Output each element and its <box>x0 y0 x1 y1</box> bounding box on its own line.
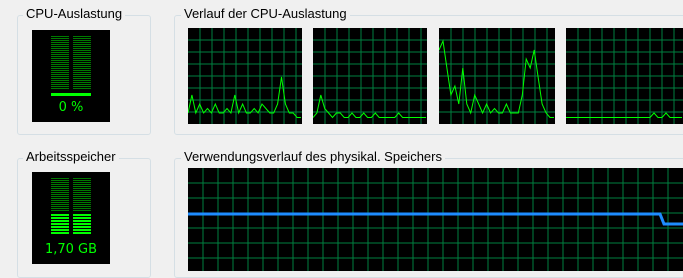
memory-meter-segment <box>73 229 91 231</box>
memory-meter-segment <box>51 232 69 234</box>
cpu-meter-level-bar <box>51 93 91 96</box>
memory-meter-segment <box>73 226 91 228</box>
cpu-usage-line <box>566 112 682 118</box>
memory-meter-segment <box>51 229 69 231</box>
memory-value: 1,70 GB <box>44 242 98 257</box>
memory-meter-segment <box>73 214 91 216</box>
cpu-usage-value: 0 % <box>58 100 84 115</box>
cpu-core-graph-2 <box>313 28 427 124</box>
memory-usage-line <box>188 212 683 226</box>
memory-meter-segment <box>51 220 69 222</box>
memory-title: Arbeitsspeicher <box>23 149 119 164</box>
memory-meter-segment <box>51 217 69 219</box>
cpu-usage-title: CPU-Auslastung <box>23 6 126 21</box>
memory-meter-segment <box>51 214 69 216</box>
memory-meter-segment <box>51 223 69 225</box>
cpu-history-title: Verlauf der CPU-Auslastung <box>181 6 350 21</box>
memory-meter-segment <box>51 226 69 228</box>
memory-history-title: Verwendungsverlauf des physikal. Speiche… <box>181 149 445 164</box>
memory-meter-segment <box>73 232 91 234</box>
memory-meter-segment <box>73 217 91 219</box>
cpu-core-graph-1 <box>188 28 302 124</box>
cpu-core-graph-3 <box>439 28 555 124</box>
memory-history-graph <box>188 168 683 271</box>
cpu-usage-meter: 0 % <box>32 30 110 122</box>
memory-meter-segment <box>73 223 91 225</box>
memory-meter: 1,70 GB <box>32 172 110 264</box>
cpu-core-graph-4 <box>566 28 683 124</box>
memory-meter-segment <box>73 220 91 222</box>
